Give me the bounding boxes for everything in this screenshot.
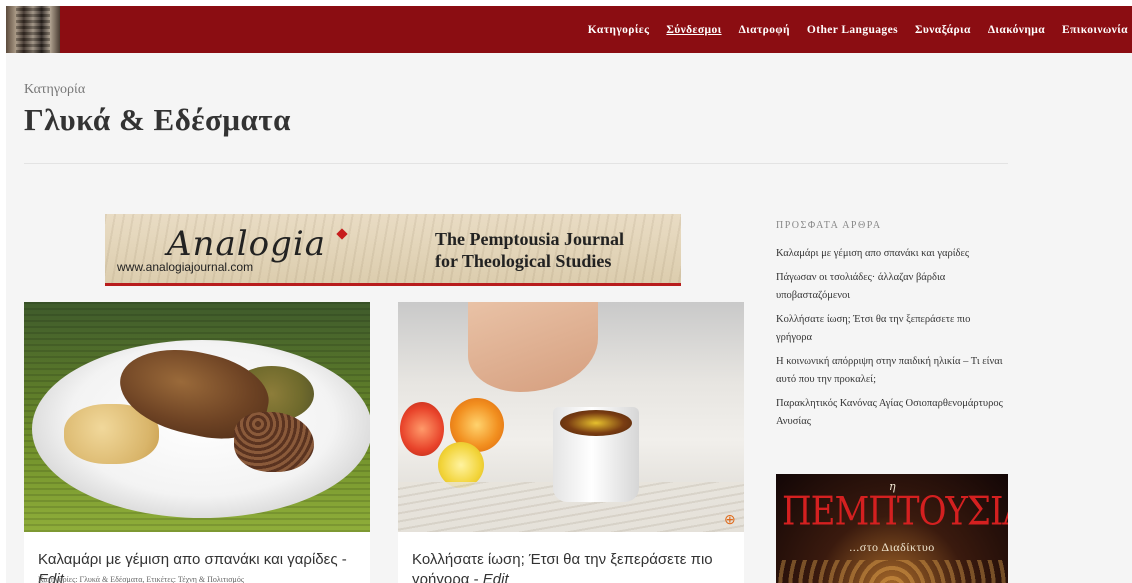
banner-url: www.analogiajournal.com — [117, 260, 254, 274]
post-thumbnail-tea[interactable]: ⊕ — [398, 302, 744, 532]
nav-item-diet[interactable]: Διατροφή — [739, 24, 790, 36]
post-title-text[interactable]: Καλαμάρι με γέμιση απο σπανάκι και γαρίδ… — [38, 551, 338, 568]
nav-item-synaxaria[interactable]: Συναξάρια — [915, 24, 971, 36]
banner-journal-line-1: The Pemptousia Journal — [435, 229, 625, 249]
ad-lights — [776, 560, 1008, 583]
post-thumbnail-squid[interactable] — [24, 302, 370, 532]
analogia-banner[interactable]: Analogia www.analogiajournal.com The Pem… — [105, 214, 681, 286]
sidebar: ΠΡΟΣΦΑΤΑ ΑΡΘΡΑ Καλαμάρι με γέμιση απο σπ… — [776, 220, 1016, 437]
recent-post-link[interactable]: Παρακλητικός Κανόνας Αγίας Οσιοπαρθενομά… — [776, 395, 1006, 431]
top-navigation-bar: Κατηγορίες Σύνδεσμοι Διατροφή Other Lang… — [6, 6, 1132, 53]
post-card[interactable]: Καλαμάρι με γέμιση απο σπανάκι και γαρίδ… — [24, 302, 370, 583]
edit-link[interactable]: Edit — [483, 571, 509, 583]
recent-post-link[interactable]: Πάγωσαν οι τσολιάδες· άλλαζαν βάρδια υπο… — [776, 269, 1006, 305]
zoom-icon[interactable]: ⊕ — [724, 514, 738, 528]
pemptousia-ad[interactable]: η ΠΕΜΠΤΟΥΣΙΑ ...στο Διαδίκτυο — [776, 474, 1008, 583]
banner-journal-line-2: for Theological Studies — [435, 251, 612, 271]
page: Κατηγορίες Σύνδεσμοι Διατροφή Other Lang… — [6, 6, 1132, 583]
banner-journal-title: The Pemptousia Journal for Theological S… — [435, 228, 624, 272]
analogia-logo: Analogia — [167, 224, 326, 264]
nav-item-links[interactable]: Σύνδεσμοι — [666, 24, 721, 36]
recent-posts-list: Καλαμάρι με γέμιση απο σπανάκι και γαρίδ… — [776, 245, 1016, 431]
main-menu: Κατηγορίες Σύνδεσμοι Διατροφή Other Lang… — [571, 6, 1128, 53]
recent-post-link[interactable]: Κολλήσατε ίωση; Έτσι θα την ξεπεράσετε π… — [776, 311, 1006, 347]
recent-posts-heading: ΠΡΟΣΦΑΤΑ ΑΡΘΡΑ — [776, 220, 882, 231]
blood-orange — [400, 402, 444, 456]
ad-brand: ΠΕΜΠΤΟΥΣΙΑ — [782, 489, 1008, 535]
nav-item-diakonima[interactable]: Διακόνημα — [988, 24, 1045, 36]
post-meta: Κατηγορίες: Γλυκά & Εδέσματα, Ετικέτες: … — [38, 575, 244, 583]
page-title: Γλυκά & Εδέσματα — [24, 102, 291, 137]
nav-item-contact[interactable]: Επικοινωνία — [1062, 24, 1128, 36]
tea — [560, 410, 632, 436]
category-label: Κατηγορία — [24, 82, 86, 97]
ad-subtitle: ...στο Διαδίκτυο — [849, 540, 935, 554]
recent-post-link[interactable]: Καλαμάρι με γέμιση απο σπανάκι και γαρίδ… — [776, 245, 1006, 263]
post-title-text[interactable]: Κολλήσατε ίωση; Έτσι θα την ξεπεράσετε π… — [412, 551, 713, 583]
nav-item-other-languages[interactable]: Other Languages — [807, 24, 898, 36]
post-title[interactable]: Κολλήσατε ίωση; Έτσι θα την ξεπεράσετε π… — [412, 550, 732, 583]
post-card[interactable]: ⊕ Κολλήσατε ίωση; Έτσι θα την ξεπεράσετε… — [398, 302, 744, 583]
nav-item-categories[interactable]: Κατηγορίες — [588, 24, 650, 36]
site-logo[interactable] — [6, 6, 60, 53]
header-divider — [24, 163, 1008, 164]
hand — [468, 302, 598, 392]
recent-post-link[interactable]: Η κοινωνική απόρριψη στην παιδική ηλικία… — [776, 353, 1006, 389]
